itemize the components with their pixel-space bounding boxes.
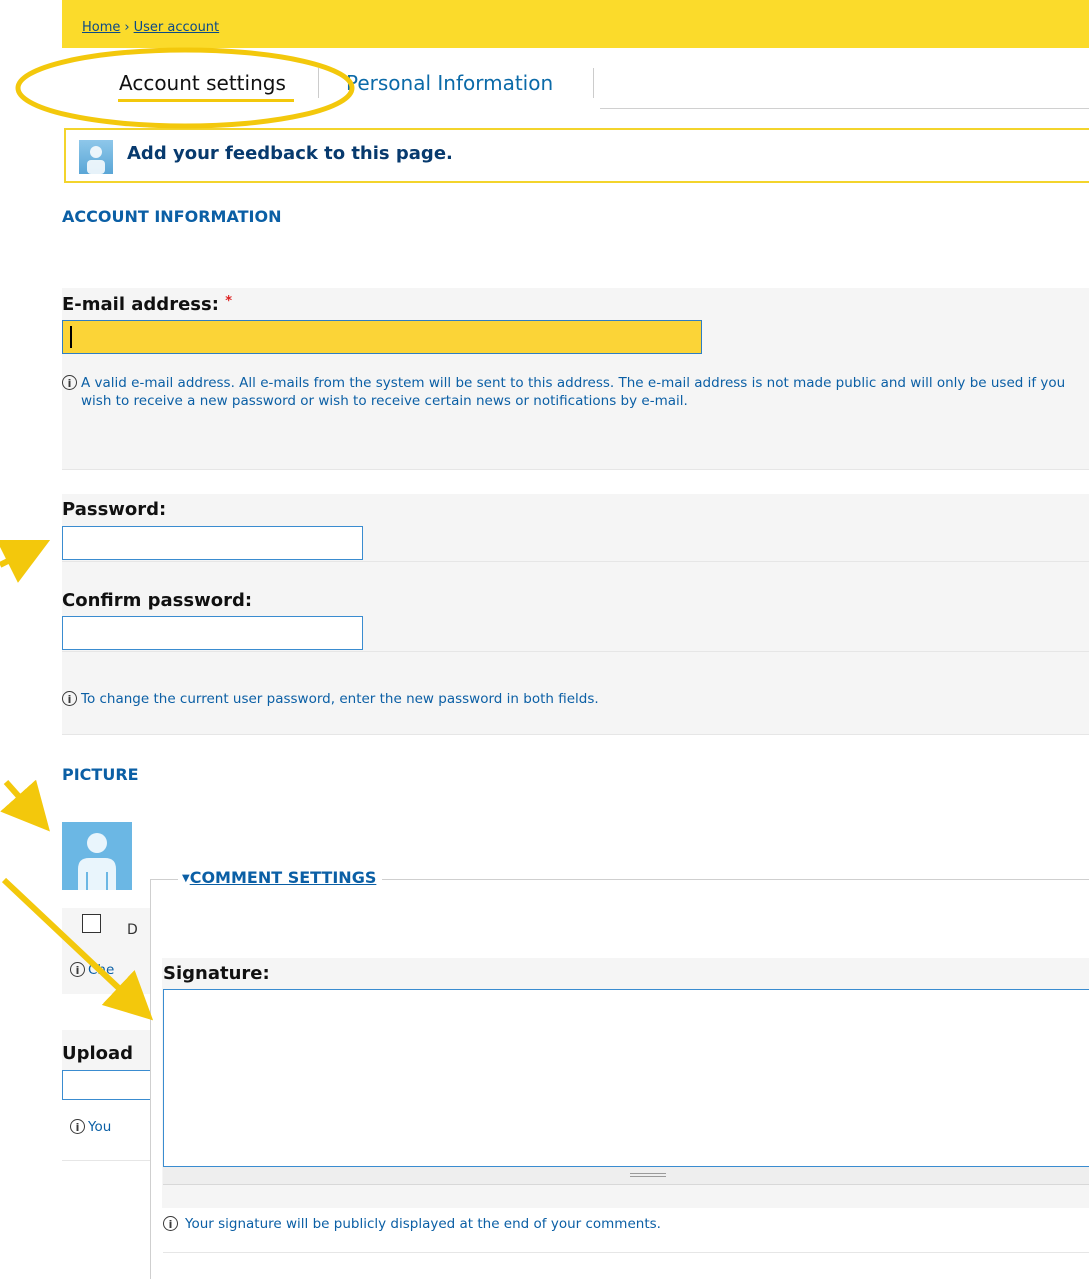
signature-textarea[interactable] — [163, 989, 1089, 1167]
tab-divider — [593, 68, 594, 98]
tab-account-settings[interactable]: Account settings — [119, 71, 286, 95]
info-icon: i — [70, 1119, 85, 1134]
divider — [62, 469, 1089, 470]
signature-label: Signature: — [163, 963, 270, 984]
comment-settings-legend[interactable]: ▼COMMENT SETTINGS — [178, 868, 383, 887]
info-icon: i — [70, 962, 85, 977]
signature-description-text: Your signature will be publicly displaye… — [185, 1216, 661, 1232]
divider — [62, 561, 1089, 562]
required-marker: * — [225, 294, 232, 309]
delete-picture-checkbox[interactable] — [82, 914, 101, 933]
info-icon: i — [62, 691, 77, 706]
feedback-link[interactable]: Add your feedback to this page. — [127, 143, 453, 164]
password-description-text: To change the current user password, ent… — [81, 691, 599, 707]
password-label: Password: — [62, 499, 167, 520]
avatar — [62, 822, 132, 890]
delete-picture-label: D — [127, 922, 138, 938]
delete-picture-panel — [62, 908, 152, 994]
section-title-account-information: ACCOUNT INFORMATION — [62, 207, 282, 226]
email-label-text: E-mail address: — [62, 294, 219, 315]
breadcrumb-home-link[interactable]: Home — [82, 20, 120, 35]
section-title-picture: PICTURE — [62, 765, 139, 784]
divider — [62, 1160, 152, 1161]
textarea-resize-grip[interactable] — [163, 1167, 1089, 1185]
breadcrumb: Home › User account — [82, 20, 219, 35]
email-description-text: A valid e-mail address. All e-mails from… — [81, 375, 1066, 409]
collapse-arrow-icon: ▼ — [182, 873, 190, 884]
text-cursor — [70, 326, 72, 348]
comment-settings-link[interactable]: COMMENT SETTINGS — [190, 868, 377, 887]
password-description: i To change the current user password, e… — [62, 690, 1082, 708]
email-field[interactable] — [62, 320, 702, 354]
upload-picture-label: Upload — [62, 1043, 134, 1064]
tab-personal-information[interactable]: Personal Information — [346, 71, 553, 95]
feedback-user-icon — [79, 140, 113, 174]
active-tab-indicator — [118, 99, 294, 102]
divider — [62, 651, 1089, 652]
upload-picture-field[interactable] — [62, 1070, 152, 1100]
tab-bar-line — [600, 108, 1089, 109]
email-description: i A valid e-mail address. All e-mails fr… — [62, 374, 1087, 410]
breadcrumb-user-account-link[interactable]: User account — [134, 20, 220, 35]
arrow-to-avatar — [0, 779, 50, 832]
picture-help-text: Che — [88, 962, 115, 978]
info-icon: i — [163, 1216, 178, 1231]
divider — [62, 734, 1089, 735]
info-icon: i — [62, 375, 77, 390]
arrow-to-password — [0, 539, 51, 583]
email-label: E-mail address: * — [62, 294, 232, 315]
tab-divider — [318, 68, 319, 98]
confirm-password-label: Confirm password: — [62, 590, 253, 611]
breadcrumb-separator: › — [124, 20, 130, 35]
divider — [163, 1252, 1089, 1253]
password-field[interactable] — [62, 526, 363, 560]
upload-help-text: You — [88, 1119, 112, 1135]
confirm-password-field[interactable] — [62, 616, 363, 650]
signature-description: i Your signature will be publicly displa… — [163, 1215, 1083, 1233]
